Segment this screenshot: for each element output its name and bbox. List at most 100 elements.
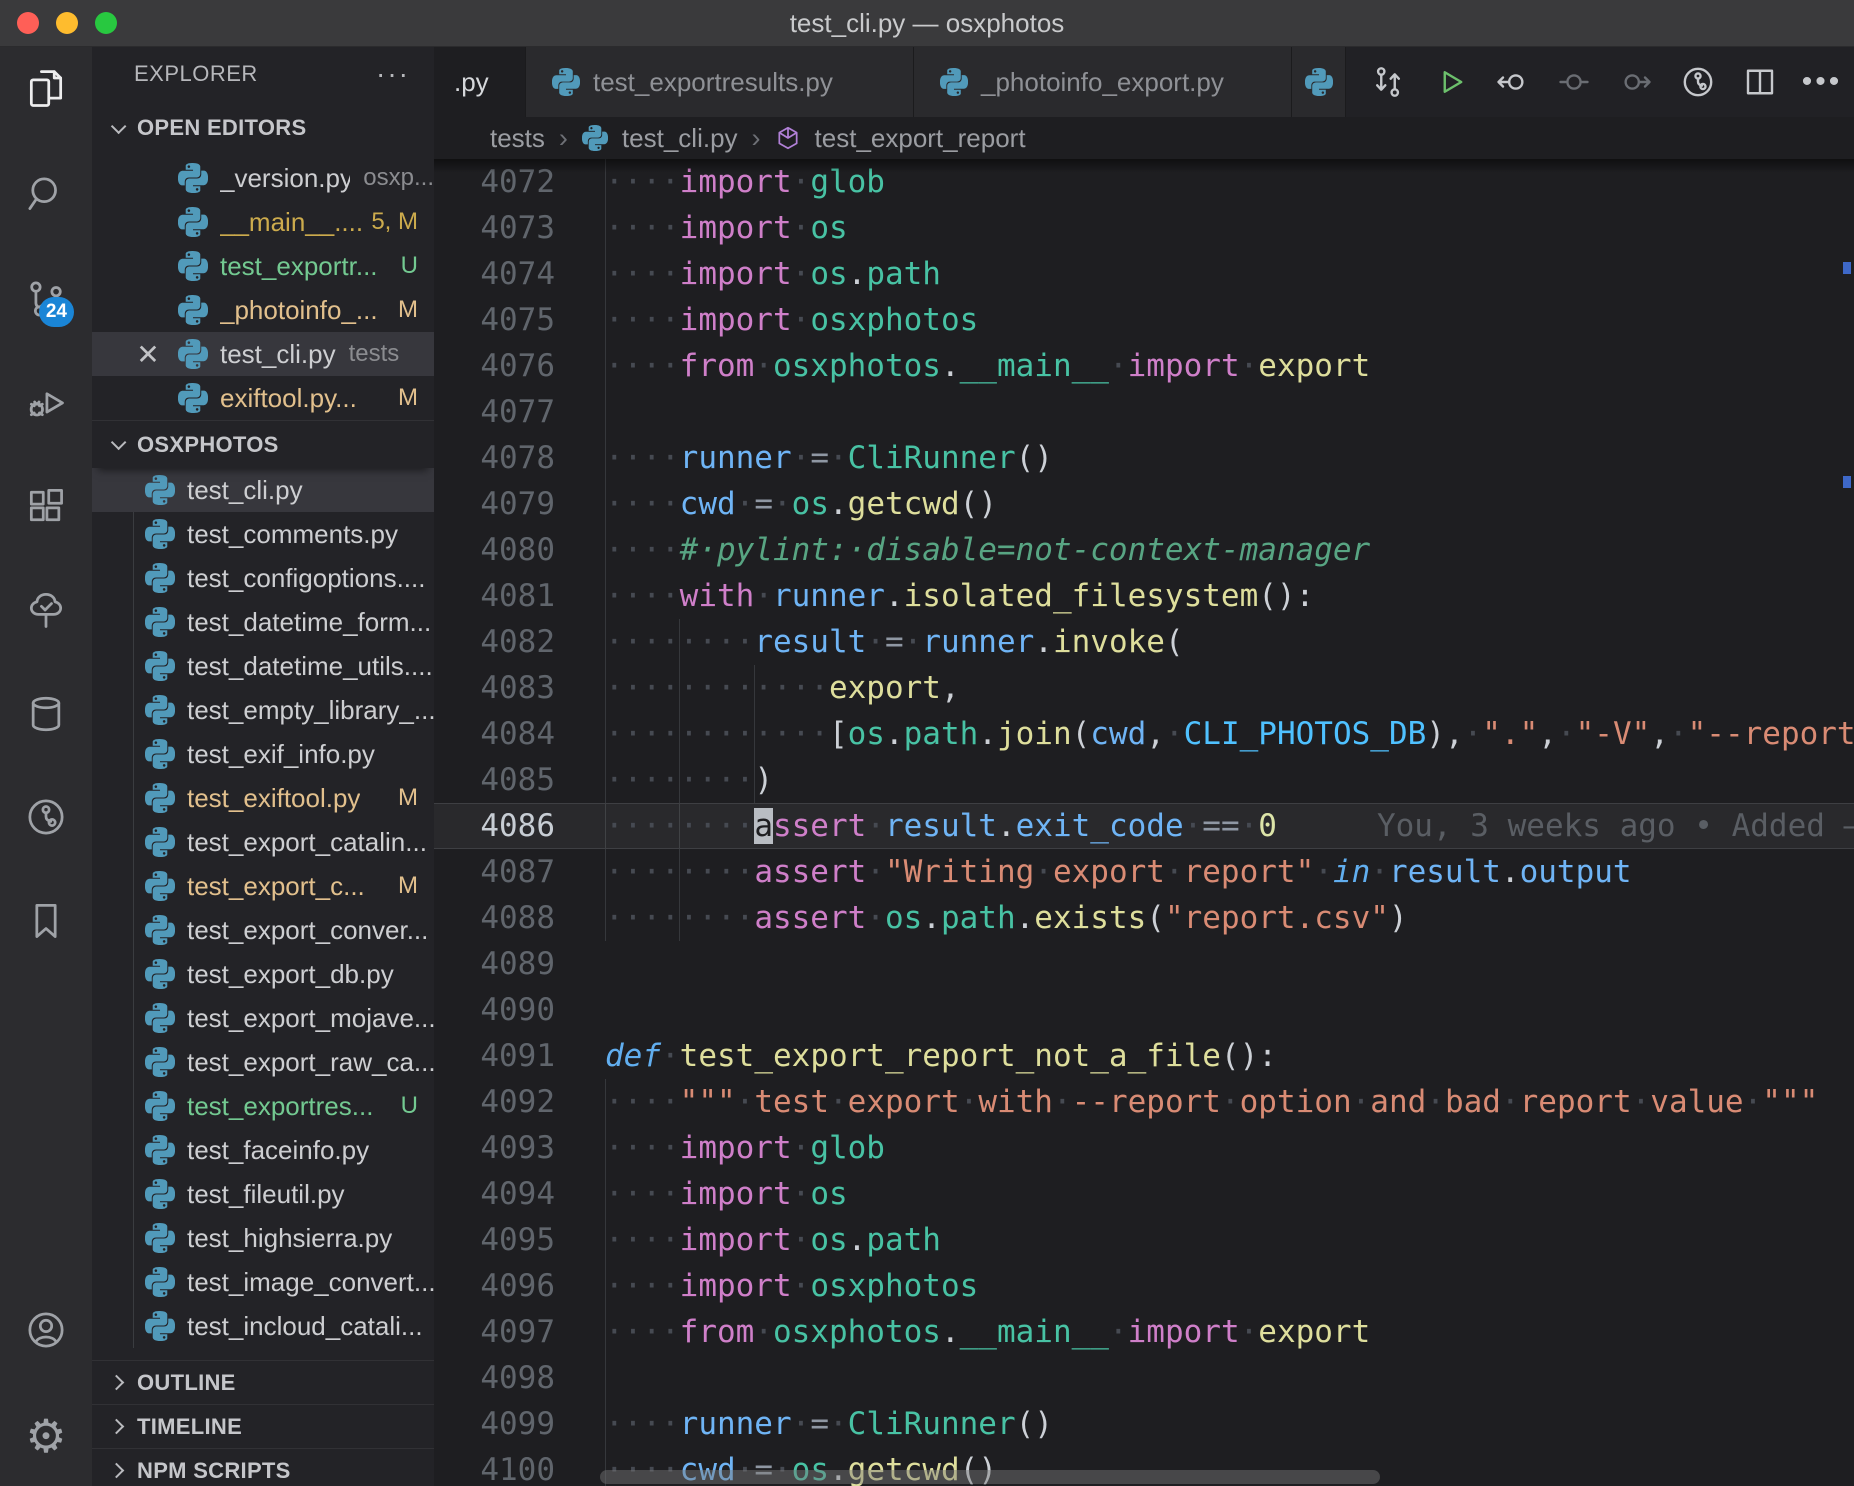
- breadcrumb-item[interactable]: test_export_report: [815, 123, 1026, 154]
- code-line[interactable]: 4085········): [434, 757, 1854, 803]
- code-line[interactable]: 4096····import·osxphotos: [434, 1263, 1854, 1309]
- line-number[interactable]: 4076: [434, 343, 605, 389]
- editor-tab[interactable]: [1292, 47, 1346, 117]
- code-line[interactable]: 4084············[os.path.join(cwd,·CLI_P…: [434, 711, 1854, 757]
- open-editor-item[interactable]: _photoinfo_...M: [92, 288, 434, 332]
- line-number[interactable]: 4074: [434, 251, 605, 297]
- tree-item[interactable]: test_exportres...U: [92, 1084, 434, 1128]
- line-number[interactable]: 4100: [434, 1447, 605, 1486]
- code-line[interactable]: 4081····with·runner.isolated_filesystem(…: [434, 573, 1854, 619]
- editor-tab[interactable]: .py: [434, 47, 526, 117]
- tree-item[interactable]: test_datetime_form...: [92, 600, 434, 644]
- tree-item[interactable]: test_empty_library_...: [92, 688, 434, 732]
- step-forward-icon[interactable]: [1618, 64, 1654, 100]
- breadcrumb-item[interactable]: test_cli.py: [622, 123, 738, 154]
- code-line[interactable]: 4072····import·glob: [434, 159, 1854, 205]
- breadcrumb-item[interactable]: tests: [490, 123, 545, 154]
- tree-item[interactable]: test_export_c...M: [92, 864, 434, 908]
- line-number[interactable]: 4075: [434, 297, 605, 343]
- line-number[interactable]: 4081: [434, 573, 605, 619]
- line-number[interactable]: 4095: [434, 1217, 605, 1263]
- extensions-icon[interactable]: [22, 482, 70, 530]
- code-line[interactable]: 4094····import·os: [434, 1171, 1854, 1217]
- line-number[interactable]: 4073: [434, 205, 605, 251]
- line-number[interactable]: 4085: [434, 757, 605, 803]
- tree-item[interactable]: test_exiftool.pyM: [92, 776, 434, 820]
- code-line[interactable]: 4097····from·osxphotos.__main__·import·e…: [434, 1309, 1854, 1355]
- open-editor-item[interactable]: test_exportr...U: [92, 244, 434, 288]
- step-back-icon[interactable]: [1494, 64, 1530, 100]
- code-line[interactable]: 4076····from·osxphotos.__main__·import·e…: [434, 343, 1854, 389]
- tree-item[interactable]: test_fileutil.py: [92, 1172, 434, 1216]
- line-number[interactable]: 4079: [434, 481, 605, 527]
- code-line[interactable]: 4073····import·os: [434, 205, 1854, 251]
- code-line[interactable]: 4082········result·=·runner.invoke(: [434, 619, 1854, 665]
- tree-item[interactable]: test_faceinfo.py: [92, 1128, 434, 1172]
- code-line[interactable]: 4086········assert·result.exit_code·==·0…: [434, 803, 1854, 849]
- files-icon[interactable]: [22, 65, 70, 113]
- line-number[interactable]: 4097: [434, 1309, 605, 1355]
- line-number[interactable]: 4089: [434, 941, 605, 987]
- explorer-more-actions-icon[interactable]: ···: [376, 58, 410, 90]
- editor-tab[interactable]: _photoinfo_export.py: [914, 47, 1292, 117]
- code-line[interactable]: 4078····runner·=·CliRunner(): [434, 435, 1854, 481]
- code-line[interactable]: 4074····import·os.path: [434, 251, 1854, 297]
- search-icon[interactable]: [22, 169, 70, 217]
- open-changes-icon[interactable]: [1370, 64, 1406, 100]
- line-number[interactable]: 4087: [434, 849, 605, 895]
- code-line[interactable]: 4077: [434, 389, 1854, 435]
- line-number[interactable]: 4098: [434, 1355, 605, 1401]
- settings-gear-icon[interactable]: ⚙: [22, 1412, 70, 1460]
- split-editor-icon[interactable]: [1742, 64, 1778, 100]
- tree-item[interactable]: test_comments.py: [92, 512, 434, 556]
- line-number[interactable]: 4090: [434, 987, 605, 1033]
- code-line[interactable]: 4095····import·os.path: [434, 1217, 1854, 1263]
- open-editor-item[interactable]: _version.pyosxp...: [92, 156, 434, 200]
- code-line[interactable]: 4090: [434, 987, 1854, 1033]
- tree-item[interactable]: test_image_convert...: [92, 1260, 434, 1304]
- line-number[interactable]: 4078: [434, 435, 605, 481]
- line-number[interactable]: 4099: [434, 1401, 605, 1447]
- account-icon[interactable]: [22, 1306, 70, 1354]
- code-line[interactable]: 4098: [434, 1355, 1854, 1401]
- source-control-icon[interactable]: 24: [22, 275, 70, 323]
- database-icon[interactable]: [22, 690, 70, 738]
- tree-item[interactable]: test_highsierra.py: [92, 1216, 434, 1260]
- line-number[interactable]: 4096: [434, 1263, 605, 1309]
- line-number[interactable]: 4077: [434, 389, 605, 435]
- npm-scripts-section-header[interactable]: NPM SCRIPTS: [92, 1448, 434, 1486]
- editor-tab[interactable]: test_exportresults.py: [526, 47, 914, 117]
- line-number[interactable]: 4093: [434, 1125, 605, 1171]
- code-line[interactable]: 4093····import·glob: [434, 1125, 1854, 1171]
- tree-item[interactable]: test_export_db.py: [92, 952, 434, 996]
- line-number[interactable]: 4088: [434, 895, 605, 941]
- code-line[interactable]: 4083············export,: [434, 665, 1854, 711]
- line-number[interactable]: 4082: [434, 619, 605, 665]
- run-python-file-icon[interactable]: [1432, 64, 1468, 100]
- code-line[interactable]: 4079····cwd·=·os.getcwd(): [434, 481, 1854, 527]
- line-number[interactable]: 4086: [434, 803, 605, 849]
- open-editor-item[interactable]: __main__....5, M: [92, 200, 434, 244]
- horizontal-scrollbar[interactable]: [600, 1470, 1380, 1484]
- code-line[interactable]: 4089: [434, 941, 1854, 987]
- tree-item[interactable]: test_exif_info.py: [92, 732, 434, 776]
- code-line[interactable]: 4088········assert·os.path.exists("repor…: [434, 895, 1854, 941]
- line-number[interactable]: 4072: [434, 159, 605, 205]
- tree-item[interactable]: test_export_catalin...: [92, 820, 434, 864]
- tree-item[interactable]: test_export_conver...: [92, 908, 434, 952]
- line-number[interactable]: 4092: [434, 1079, 605, 1125]
- git-graph-icon[interactable]: [22, 793, 70, 841]
- record-circle-icon[interactable]: [1556, 64, 1592, 100]
- code-line[interactable]: 4099····runner·=·CliRunner(): [434, 1401, 1854, 1447]
- open-editor-item[interactable]: exiftool.py...M: [92, 376, 434, 420]
- line-number[interactable]: 4084: [434, 711, 605, 757]
- line-number[interactable]: 4080: [434, 527, 605, 573]
- line-number[interactable]: 4091: [434, 1033, 605, 1079]
- tree-item[interactable]: test_datetime_utils....: [92, 644, 434, 688]
- code-line[interactable]: 4075····import·osxphotos: [434, 297, 1854, 343]
- line-number[interactable]: 4094: [434, 1171, 605, 1217]
- run-debug-icon[interactable]: [22, 378, 70, 426]
- todo-tree-icon[interactable]: [22, 586, 70, 634]
- tree-item[interactable]: test_cli.py: [92, 468, 434, 512]
- code-line[interactable]: 4080····#·pylint:·disable=not-context-ma…: [434, 527, 1854, 573]
